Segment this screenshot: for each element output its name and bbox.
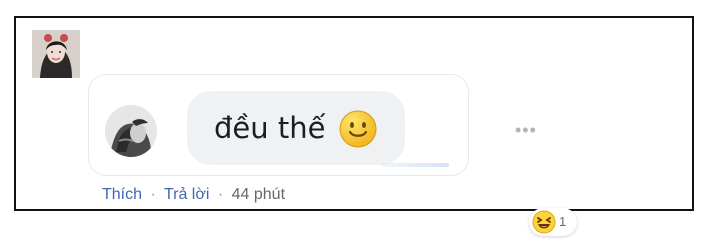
reply-link[interactable]: Trả lời [164, 186, 209, 203]
comment-bubble: đều thế [187, 91, 405, 165]
user-avatar-icon [32, 30, 80, 78]
reaction-badge[interactable]: 1 [529, 208, 577, 236]
quoted-comment-card: đều thế 1 [88, 74, 577, 236]
divider-line [381, 163, 449, 167]
comment-actions: Thích · Trả lời · 44 phút [102, 185, 285, 205]
more-options-icon[interactable]: ••• [515, 121, 537, 139]
smile-emoji-icon [338, 109, 378, 149]
comment-text: đều thế [214, 111, 326, 145]
timestamp: 44 phút [231, 186, 286, 203]
like-link[interactable]: Thích [102, 186, 142, 203]
comment-panel: đều thế 1 ••• Thích · Trả lời · 44 phút [14, 16, 694, 236]
action-separator-1: · [150, 186, 156, 203]
user-avatar[interactable] [32, 30, 80, 78]
laugh-reaction-icon [532, 210, 556, 234]
action-separator-2: · [217, 186, 224, 203]
reaction-count: 1 [559, 214, 567, 229]
profile-avatar-icon [105, 105, 157, 157]
profile-avatar[interactable] [105, 105, 157, 157]
